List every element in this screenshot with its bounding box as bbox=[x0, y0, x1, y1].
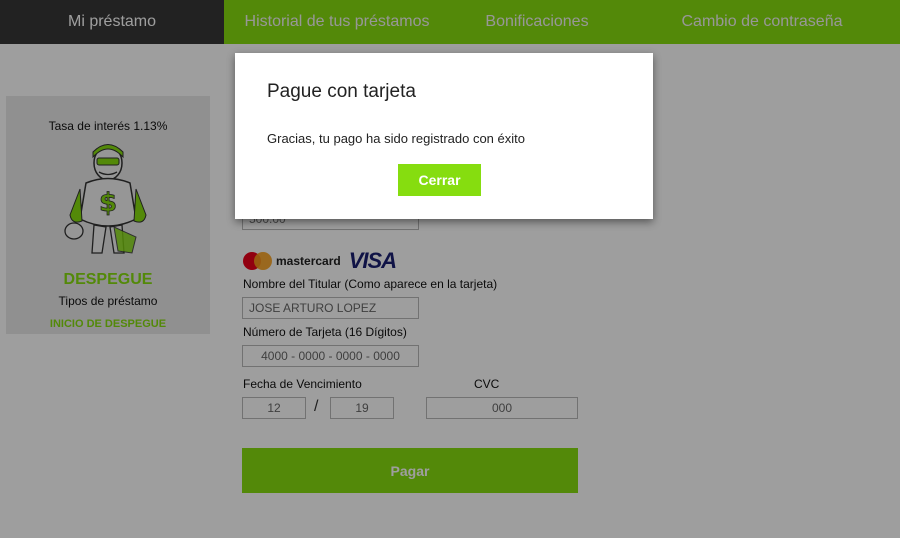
close-modal-button[interactable]: Cerrar bbox=[398, 164, 481, 196]
payment-success-modal: Pague con tarjeta Gracias, tu pago ha si… bbox=[235, 53, 653, 219]
modal-message: Gracias, tu pago ha sido registrado con … bbox=[267, 131, 525, 146]
modal-title: Pague con tarjeta bbox=[267, 81, 416, 102]
